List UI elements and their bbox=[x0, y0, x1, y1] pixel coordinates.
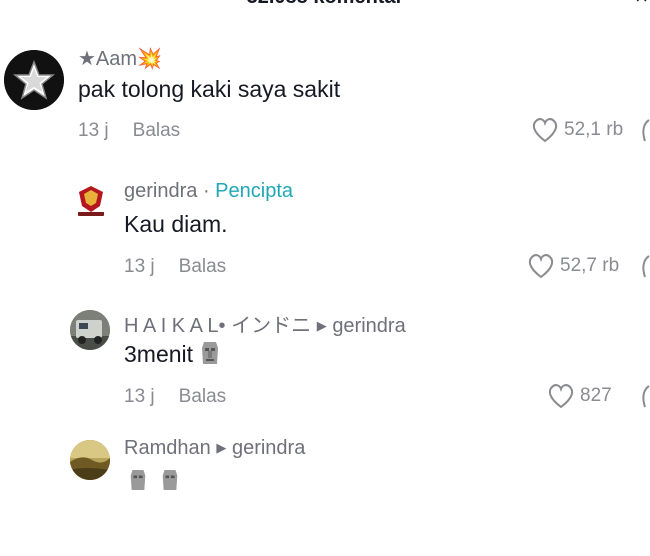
moai-emoji-icon bbox=[160, 468, 180, 498]
reply-arrow-icon: ▶ bbox=[313, 318, 331, 333]
comment-count-title: 32.088 komentar bbox=[0, 0, 650, 9]
comment-meta: 13 j Balas bbox=[78, 120, 180, 142]
star-logo-icon bbox=[4, 50, 64, 110]
landscape-photo-icon bbox=[70, 440, 110, 480]
heart-icon bbox=[528, 254, 554, 279]
reply-button[interactable]: Balas bbox=[179, 386, 227, 407]
moai-emoji-icon bbox=[128, 468, 148, 498]
reply-to-username[interactable]: gerindra bbox=[332, 315, 405, 337]
heart-icon bbox=[548, 384, 574, 409]
comment-item: Ramdhan ▶ gerindra bbox=[0, 436, 650, 556]
like-button[interactable]: 52,7 rb bbox=[526, 252, 619, 280]
like-button[interactable]: 827 bbox=[546, 382, 612, 410]
comment-time: 13 j bbox=[124, 256, 155, 277]
comment-username[interactable]: gerindra · Pencipta bbox=[124, 180, 293, 203]
dislike-icon[interactable] bbox=[640, 254, 650, 285]
comment-meta: 13 j Balas bbox=[124, 256, 226, 278]
avatar[interactable] bbox=[70, 440, 110, 480]
avatar[interactable] bbox=[70, 178, 112, 220]
like-count: 52,7 rb bbox=[560, 255, 620, 276]
like-count: 827 bbox=[580, 385, 612, 406]
garuda-logo-icon bbox=[78, 186, 104, 216]
creator-badge: Pencipta bbox=[215, 180, 294, 202]
avatar[interactable] bbox=[4, 50, 64, 110]
truck-photo-icon bbox=[70, 310, 110, 350]
comment-text: 3menit bbox=[124, 340, 221, 372]
comment-text: Kau diam. bbox=[124, 211, 228, 237]
comment-time: 13 j bbox=[124, 386, 155, 407]
like-count: 52,1 rb bbox=[564, 119, 624, 140]
reply-button[interactable]: Balas bbox=[133, 120, 181, 141]
comment-username[interactable]: Ramdhan ▶ gerindra bbox=[124, 437, 305, 460]
avatar[interactable] bbox=[70, 310, 110, 350]
comment-username[interactable]: H A I K A L• インドニ ▶ gerindra bbox=[124, 309, 406, 338]
reply-arrow-icon: ▶ bbox=[212, 440, 230, 455]
comment-item: ★Aam💥 pak tolong kaki saya sakit 13 j Bal… bbox=[0, 40, 650, 160]
comment-item: gerindra · Pencipta Kau diam. 13 j Balas … bbox=[0, 176, 650, 296]
reply-to-username[interactable]: gerindra bbox=[232, 437, 305, 459]
moai-emoji-icon bbox=[199, 340, 221, 372]
comment-time: 13 j bbox=[78, 120, 109, 141]
like-button[interactable]: 52,1 rb bbox=[530, 116, 623, 144]
dislike-icon[interactable] bbox=[640, 118, 650, 149]
reply-button[interactable]: Balas bbox=[179, 256, 227, 277]
dislike-icon[interactable] bbox=[640, 384, 650, 415]
comment-text: pak tolong kaki saya sakit bbox=[78, 76, 341, 102]
comment-text bbox=[128, 468, 180, 498]
comment-meta: 13 j Balas bbox=[124, 386, 226, 408]
comment-item: H A I K A L• インドニ ▶ gerindra 3menit 13 j… bbox=[0, 306, 650, 426]
sparkle-emoji-icon: 💥 bbox=[137, 48, 162, 70]
comment-username[interactable]: ★Aam💥 bbox=[78, 46, 162, 71]
heart-icon bbox=[532, 118, 558, 143]
close-icon[interactable]: × bbox=[635, 0, 648, 10]
